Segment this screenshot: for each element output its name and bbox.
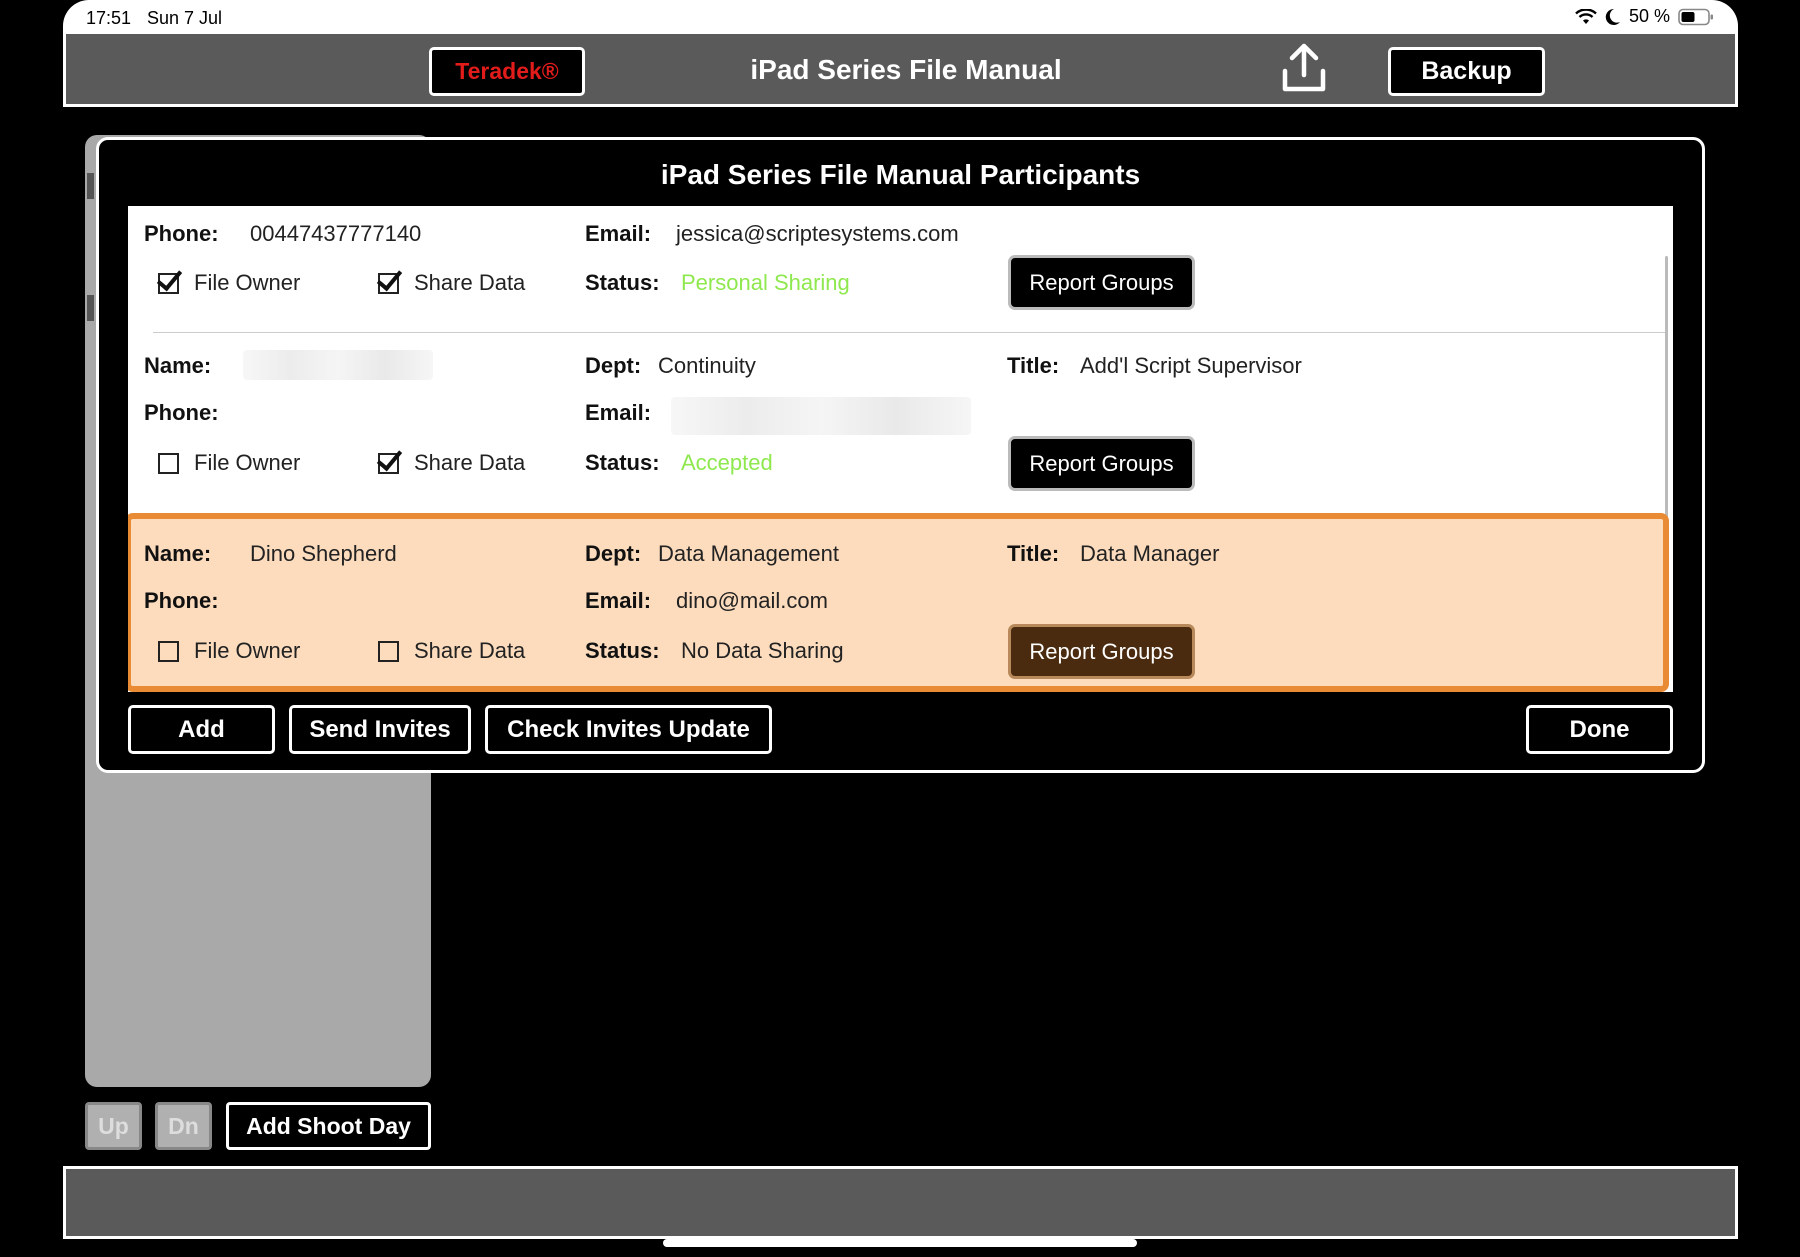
status-time: 17:51	[86, 8, 132, 28]
top-nav-bar: Teradek® iPad Series File Manual Backup	[63, 34, 1738, 107]
status-date: Sun 7 Jul	[147, 8, 223, 28]
title-value: Add'l Script Supervisor	[1080, 353, 1302, 378]
name-value-redacted	[243, 350, 433, 380]
phone-value: 00447437777140	[250, 221, 422, 246]
participants-dialog: iPad Series File Manual Participants Pho…	[96, 137, 1705, 773]
dept-value: Continuity	[658, 353, 756, 378]
status-label: Status:	[585, 450, 660, 475]
upload-share-icon	[1281, 43, 1327, 98]
email-label: Email:	[585, 588, 652, 613]
file-owner-checkbox[interactable]	[158, 641, 179, 662]
add-shoot-day-button[interactable]: Add Shoot Day	[226, 1102, 431, 1150]
status-label: Status:	[585, 270, 660, 295]
email-value: dino@mail.com	[676, 588, 828, 613]
send-invites-button[interactable]: Send Invites	[289, 705, 471, 754]
participants-list[interactable]: Phone: 00447437777140 Email: jessica@scr…	[128, 206, 1673, 692]
page-title: iPad Series File Manual	[750, 54, 1062, 85]
dept-label: Dept:	[585, 541, 642, 566]
file-owner-checkbox[interactable]	[158, 453, 179, 474]
participant-row[interactable]: Name: Dept: Continuity Title: Add'l Scri…	[128, 333, 1665, 513]
email-value: jessica@scriptesystems.com	[676, 221, 959, 246]
file-owner-label: File Owner	[194, 270, 301, 295]
file-owner-label: File Owner	[194, 638, 301, 663]
participant-row-selected[interactable]: Name: Dino Shepherd Dept: Data Managemen…	[128, 513, 1669, 692]
report-groups-button[interactable]: Report Groups	[1008, 255, 1195, 310]
add-button[interactable]: Add	[128, 705, 275, 754]
report-groups-button[interactable]: Report Groups	[1008, 436, 1195, 491]
title-label: Title:	[1007, 541, 1060, 566]
battery-percent: 50 %	[1628, 6, 1670, 26]
status-indicators: 50 %	[1575, 6, 1714, 27]
title-value: Data Manager	[1080, 541, 1220, 566]
check-invites-update-button[interactable]: Check Invites Update	[485, 705, 772, 754]
name-label: Name:	[144, 353, 212, 378]
share-data-label: Share Data	[414, 270, 526, 295]
share-button[interactable]	[1276, 42, 1332, 98]
file-owner-checkbox[interactable]	[158, 273, 179, 294]
status-bar: 17:51 Sun 7 Jul 50 %	[63, 0, 1738, 34]
phone-label: Phone:	[144, 221, 219, 246]
report-groups-button[interactable]: Report Groups	[1008, 624, 1195, 679]
share-data-checkbox[interactable]	[378, 273, 399, 294]
status-value: Personal Sharing	[681, 270, 850, 295]
title-label: Title:	[1007, 353, 1060, 378]
email-label: Email:	[585, 400, 652, 425]
backup-button[interactable]: Backup	[1388, 47, 1545, 96]
share-data-label: Share Data	[414, 450, 526, 475]
dept-value: Data Management	[658, 541, 839, 566]
share-data-checkbox[interactable]	[378, 453, 399, 474]
status-label: Status:	[585, 638, 660, 663]
name-label: Name:	[144, 541, 212, 566]
email-value-redacted	[671, 397, 971, 435]
list-marker	[87, 295, 94, 321]
done-button[interactable]: Done	[1526, 705, 1673, 754]
teradek-button[interactable]: Teradek®	[429, 47, 585, 96]
status-value: Accepted	[681, 450, 773, 475]
dialog-title: iPad Series File Manual Participants	[660, 159, 1141, 190]
moon-icon	[1605, 8, 1621, 26]
share-data-checkbox[interactable]	[378, 641, 399, 662]
share-data-label: Share Data	[414, 638, 526, 663]
list-marker	[87, 173, 94, 199]
bottom-toolbar	[63, 1166, 1738, 1239]
wifi-icon	[1575, 8, 1597, 25]
down-button[interactable]: Dn	[155, 1102, 212, 1150]
participant-row[interactable]: Phone: 00447437777140 Email: jessica@scr…	[128, 206, 1665, 333]
home-indicator[interactable]	[663, 1239, 1137, 1247]
phone-label: Phone:	[144, 588, 219, 613]
email-label: Email:	[585, 221, 652, 246]
file-owner-label: File Owner	[194, 450, 301, 475]
dept-label: Dept:	[585, 353, 642, 378]
status-value: No Data Sharing	[681, 638, 844, 663]
name-value: Dino Shepherd	[250, 541, 397, 566]
battery-icon	[1678, 8, 1714, 26]
phone-label: Phone:	[144, 400, 219, 425]
up-button[interactable]: Up	[85, 1102, 142, 1150]
